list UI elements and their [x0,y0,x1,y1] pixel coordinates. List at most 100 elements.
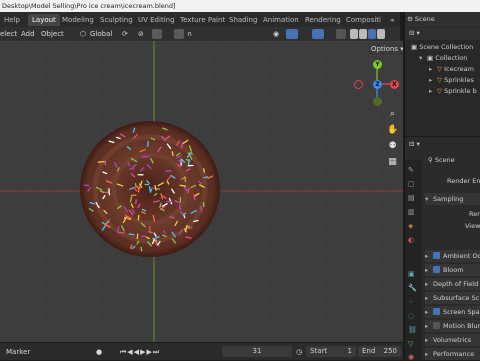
properties-type-icon[interactable]: ⊟ ▾ [409,139,420,150]
tab-sculpting[interactable]: Sculpting [96,14,137,26]
shading-material[interactable] [368,29,376,39]
sprinkle [172,152,173,156]
outliner-item[interactable]: ▸▽ Sprinkles [429,75,474,86]
tool-tab-icon[interactable]: ✎ [408,166,414,174]
scene-context-icon: ⚲ [428,156,435,164]
collection-icon: ▣ [427,54,435,62]
scene-header: ⚲ Scene [428,155,455,166]
gizmo-x[interactable]: X [390,80,399,89]
output-tab-icon[interactable]: ▤ [408,194,415,202]
screen-space-panel[interactable]: ▸Screen Spa [425,306,480,318]
render-engine-label: Render Eng [447,176,480,187]
gizmo-toggle[interactable] [286,29,298,39]
filter-icon[interactable]: ⊟ ▾ [409,29,420,37]
bloom-checkbox[interactable] [433,266,440,273]
subsurface-panel[interactable]: ▸Subsurface Sc [425,292,480,304]
playback-controls[interactable]: ⏮◀◀▶▶⏭ [120,346,160,358]
tab-layout[interactable]: Layout [28,14,60,26]
clock-icon[interactable]: ◷ [296,346,302,358]
sprinkle [98,162,104,163]
falloff-icon[interactable]: ∩ [187,28,192,40]
transform-orientation-icon[interactable]: ⬡ [80,28,86,40]
gizmo-neg-y[interactable] [373,97,382,106]
sprinkle [201,207,202,212]
options-menu[interactable]: Options ▾ [368,43,403,55]
collection-icon: ▣ [411,43,419,51]
zoom-icon[interactable]: ⌕ [387,109,398,120]
snap-toggle[interactable] [152,29,162,39]
outliner-item[interactable]: ▸▽ Sprinkle b [429,86,477,97]
scene-icon: ⚙ [407,15,415,23]
window-title: Desktop\Model Selling\Pro ice cream\icec… [0,0,480,12]
shading-rendered[interactable] [377,29,385,39]
camera-icon[interactable]: ⚉ [387,141,398,152]
depth-of-field-panel[interactable]: ▸Depth of Field [425,278,480,290]
hand-icon[interactable]: ✋ [387,125,398,136]
gizmo-y[interactable]: Y [373,60,382,69]
outliner-item[interactable]: ▾▣ Collection [419,53,467,64]
sprinkle [137,234,138,238]
outliner: ⚙ Scene ⊟ ▾ ▣ Scene Collection ▾▣ Collec… [405,12,480,136]
object-menu[interactable]: Object [41,28,64,40]
motion-blur-checkbox[interactable] [433,322,440,329]
sprinkle [194,195,195,200]
overlay-toggle[interactable] [312,29,324,39]
ambient-occlusion-panel[interactable]: ▸Ambient Oc [425,250,480,262]
physics-tab-icon[interactable]: ◌ [408,312,414,320]
workspace-tabs-bar: Help Layout Modeling Sculpting UV Editin… [0,12,400,27]
tab-modeling[interactable]: Modeling [58,14,98,26]
constraints-tab-icon[interactable]: ⛓ [408,326,417,334]
timeline-bar: Marker ● ⏮◀◀▶▶⏭ 31 ◷ Start1 End250 [0,342,403,360]
current-frame-field[interactable]: 31 [222,346,292,357]
shading-solid[interactable] [359,29,367,39]
sprinkle [179,161,182,162]
tab-animation[interactable]: Animation [259,14,303,26]
tab-texture-paint[interactable]: Texture Paint [176,14,229,26]
proportional-edit-toggle[interactable] [174,29,184,39]
performance-panel[interactable]: ▸Performance [425,348,480,360]
sprinkle [204,169,205,172]
gizmo-neg-x[interactable] [354,80,363,89]
pivot-icon[interactable]: ⟳ [122,28,128,40]
snap-icon[interactable]: ⊘ [138,28,144,40]
modifier-tab-icon[interactable]: 🔧 [408,284,417,292]
select-menu[interactable]: elect [0,28,17,40]
tabs-scroll-icon[interactable]: ◂ [386,14,398,26]
navigation-gizmo[interactable]: Y X Z [352,59,398,109]
object-tab-icon[interactable]: ▣ [408,270,415,278]
grid-icon[interactable]: ▦ [387,157,398,168]
gizmo-z[interactable]: Z [373,80,382,89]
render-tab-icon[interactable]: ▢ [408,180,415,188]
3d-viewport[interactable]: Options ▾ Y X Z ⌕ ✋ ⚉ ▦ [0,41,403,342]
motion-blur-panel[interactable]: ▸Motion Blur [425,320,480,332]
outliner-item[interactable]: ▣ Scene Collection [411,42,473,53]
end-frame-field[interactable]: End250 [358,346,401,357]
tab-rendering[interactable]: Rendering [301,14,345,26]
visibility-icon[interactable]: ◉ [273,28,279,40]
particles-tab-icon[interactable]: ⁘ [408,298,414,306]
world-tab-icon[interactable]: ◐ [408,236,414,244]
bloom-panel[interactable]: ▸Bloom [425,264,480,276]
shading-wireframe[interactable] [350,29,358,39]
view-layer-tab-icon[interactable]: ▥ [408,208,415,216]
add-menu[interactable]: Add [21,28,35,40]
outliner-toolbar: ⊟ ▾ [405,28,480,40]
tab-compositing[interactable]: Compositi [342,14,384,26]
data-tab-icon[interactable]: ▽ [408,340,413,348]
scene-tab-icon[interactable]: ◈ [408,222,413,230]
xray-toggle[interactable] [336,29,346,39]
menu-help[interactable]: Help [0,14,24,26]
start-frame-field[interactable]: Start1 [306,346,356,357]
render-samples-label: Rer [469,209,480,220]
outliner-item[interactable]: ▸▽ Icecream [429,64,474,75]
volumetrics-panel[interactable]: ▸Volumetrics [425,334,480,346]
tab-uv-editing[interactable]: UV Editing [134,14,179,26]
transform-orientation-select[interactable]: Global [90,28,112,40]
marker-menu[interactable]: Marker [6,346,30,358]
ambient-occlusion-checkbox[interactable] [433,252,440,259]
record-icon[interactable]: ● [96,346,102,358]
tab-shading[interactable]: Shading [225,14,261,26]
sampling-panel[interactable]: ▾Sampling [425,193,480,205]
sprinkle [150,187,151,192]
screen-space-checkbox[interactable] [433,308,440,315]
